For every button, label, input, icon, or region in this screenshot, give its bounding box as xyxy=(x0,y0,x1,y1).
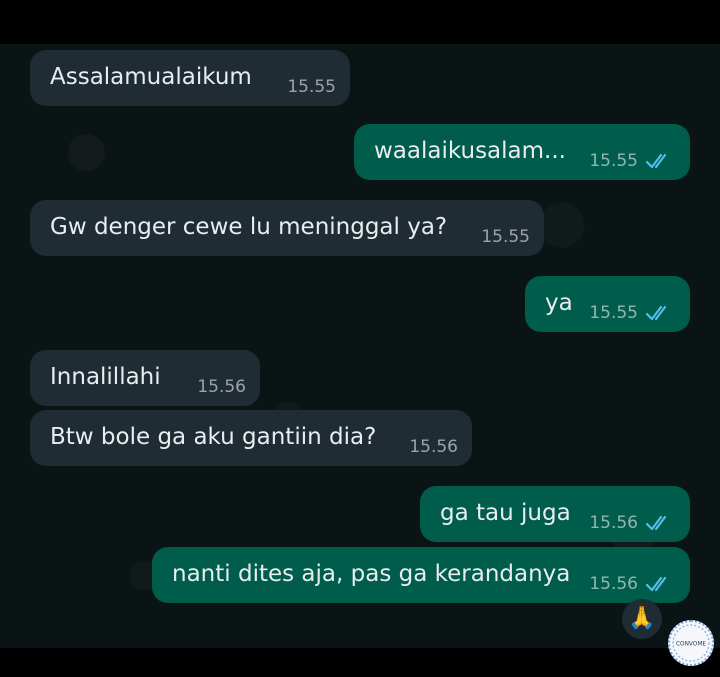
double-check-read-icon xyxy=(645,153,667,169)
message-time: 15.56 xyxy=(197,377,246,397)
message-time: 15.56 xyxy=(589,513,638,533)
message-time: 15.55 xyxy=(589,151,638,171)
message-bubble-outgoing[interactable]: ya 15.55 xyxy=(525,276,690,332)
message-time: 15.55 xyxy=(287,77,336,97)
chat-area[interactable]: Assalamualaikum 15.55 waalaikusalam... 1… xyxy=(0,44,720,648)
message-bubble-outgoing[interactable]: ga tau juga 15.56 xyxy=(420,486,690,542)
message-text: ya xyxy=(545,290,573,316)
reaction-emoji[interactable]: 🙏 xyxy=(622,599,662,639)
message-time: 15.55 xyxy=(481,227,530,247)
message-text: ga tau juga xyxy=(440,500,571,526)
screen: Assalamualaikum 15.55 waalaikusalam... 1… xyxy=(0,0,720,677)
message-bubble-incoming[interactable]: Btw bole ga aku gantiin dia? 15.56 xyxy=(30,410,472,466)
message-text: Assalamualaikum xyxy=(50,64,252,90)
double-check-read-icon xyxy=(645,305,667,321)
double-check-read-icon xyxy=(645,576,667,592)
message-text: waalaikusalam... xyxy=(374,138,566,164)
message-time: 15.55 xyxy=(589,303,638,323)
watermark-logo: CONVOME xyxy=(668,620,714,666)
watermark-text: CONVOME xyxy=(676,642,706,648)
message-text: Innalillahi xyxy=(50,364,161,390)
watermark-badge-icon: CONVOME xyxy=(672,624,710,662)
double-check-read-icon xyxy=(645,515,667,531)
message-bubble-incoming[interactable]: Assalamualaikum 15.55 xyxy=(30,50,350,106)
message-text: Gw denger cewe lu meninggal ya? xyxy=(50,214,448,240)
message-bubble-outgoing[interactable]: waalaikusalam... 15.55 xyxy=(354,124,690,180)
message-text: nanti dites aja, pas ga kerandanya xyxy=(172,561,571,587)
message-bubble-incoming[interactable]: Gw denger cewe lu meninggal ya? 15.55 xyxy=(30,200,544,256)
message-time: 15.56 xyxy=(589,574,638,594)
message-time: 15.56 xyxy=(409,437,458,457)
message-bubble-incoming[interactable]: Innalillahi 15.56 xyxy=(30,350,260,406)
message-text: Btw bole ga aku gantiin dia? xyxy=(50,424,377,450)
message-bubble-outgoing[interactable]: nanti dites aja, pas ga kerandanya 15.56 xyxy=(152,547,690,603)
